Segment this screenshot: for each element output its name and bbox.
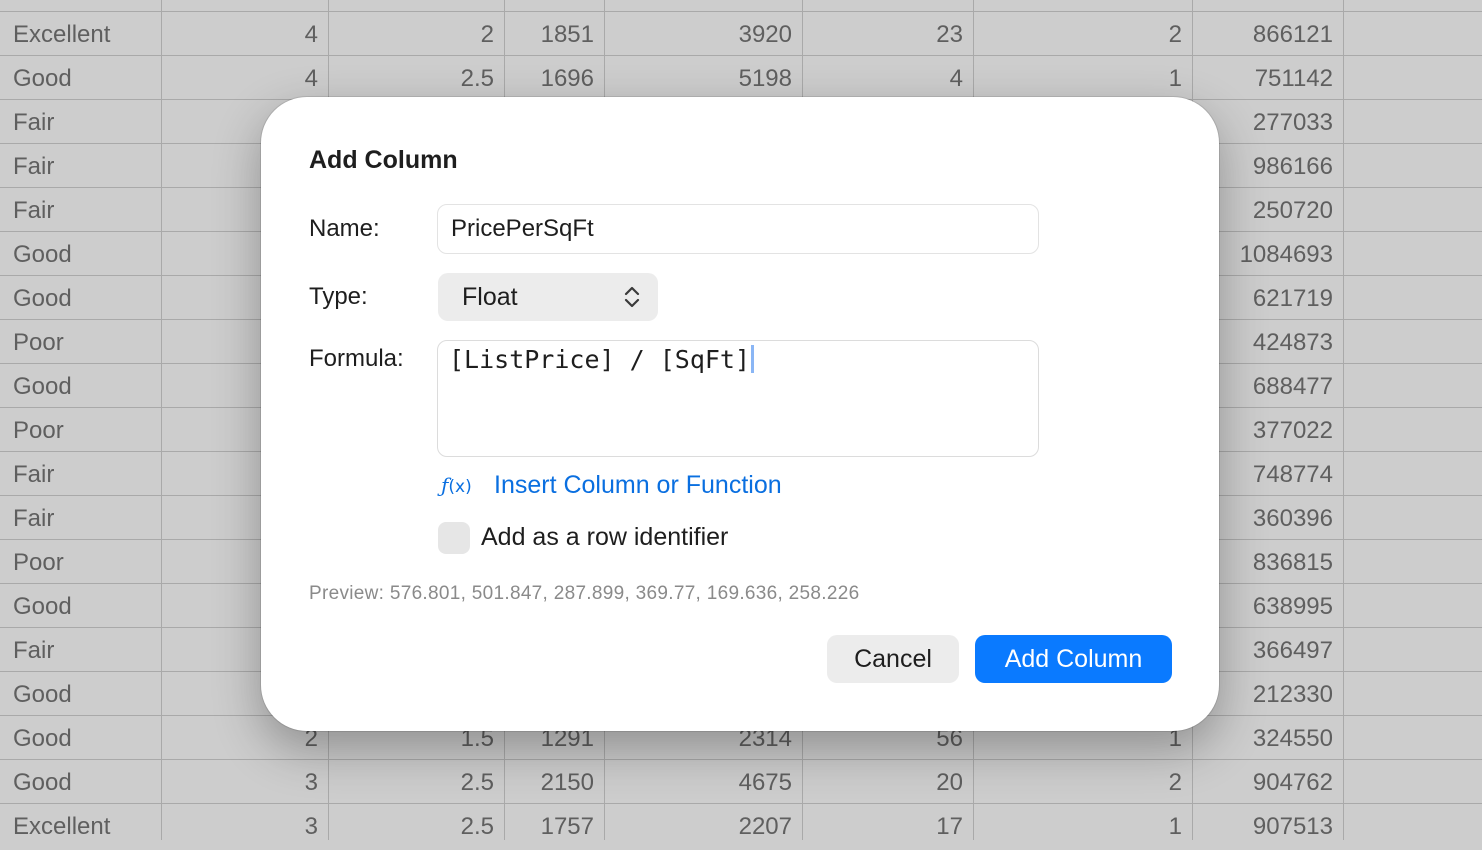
table-cell[interactable]: 5198: [604, 56, 802, 100]
table-row: Good 4 2.5 1696 5198 4 1 751142: [0, 55, 1482, 99]
row-identifier-checkbox[interactable]: [438, 522, 470, 554]
table-cell[interactable]: 3920: [604, 12, 802, 56]
table-cell[interactable]: 17: [802, 804, 973, 848]
function-icon[interactable]: ƒ(x): [441, 473, 472, 497]
table-cell[interactable]: 2: [973, 12, 1192, 56]
table-cell[interactable]: Good: [0, 364, 161, 408]
chevron-up-down-icon: [624, 286, 640, 308]
table-row: Good 3 2.5 2150 4675 20 2 904762: [0, 759, 1482, 803]
table-cell[interactable]: 751142: [1192, 56, 1343, 100]
table-cell[interactable]: 1851: [504, 12, 604, 56]
table-cell[interactable]: Good: [0, 584, 161, 628]
preview-text: Preview: 576.801, 501.847, 287.899, 369.…: [309, 583, 860, 604]
table-row: Excellent 4 2 1851 3920 23 2 866121: [0, 11, 1482, 55]
table-cell[interactable]: Good: [0, 232, 161, 276]
type-select-value: Float: [462, 283, 518, 311]
table-cell[interactable]: 3: [161, 804, 328, 848]
table-cell[interactable]: 4: [802, 56, 973, 100]
table-cell[interactable]: 23: [802, 12, 973, 56]
name-input[interactable]: PricePerSqFt: [437, 204, 1039, 254]
table-cell[interactable]: Excellent: [0, 12, 161, 56]
table-cell[interactable]: 1: [973, 804, 1192, 848]
cancel-button[interactable]: Cancel: [827, 635, 959, 683]
table-cell[interactable]: Fair: [0, 496, 161, 540]
table-cell[interactable]: 3: [161, 760, 328, 804]
table-cell[interactable]: 4: [161, 56, 328, 100]
table-cell[interactable]: Fair: [0, 100, 161, 144]
table-cell[interactable]: 1: [973, 56, 1192, 100]
table-cell[interactable]: Fair: [0, 144, 161, 188]
column-divider: [1343, 0, 1344, 840]
table-cell[interactable]: Good: [0, 716, 161, 760]
table-cell[interactable]: 904762: [1192, 760, 1343, 804]
dialog-title: Add Column: [309, 146, 458, 174]
table-cell[interactable]: 2150: [504, 760, 604, 804]
table-cell[interactable]: Good: [0, 276, 161, 320]
table-cell[interactable]: 2.5: [328, 56, 504, 100]
table-cell[interactable]: Poor: [0, 408, 161, 452]
table-cell[interactable]: Fair: [0, 628, 161, 672]
type-select[interactable]: Float: [438, 273, 658, 321]
table-cell[interactable]: 324550: [1192, 716, 1343, 760]
table-cell[interactable]: Fair: [0, 452, 161, 496]
table-cell[interactable]: 2: [973, 760, 1192, 804]
table-cell[interactable]: Good: [0, 672, 161, 716]
text-caret: [751, 345, 755, 373]
insert-column-or-function-link[interactable]: Insert Column or Function: [494, 471, 782, 500]
row-identifier-label[interactable]: Add as a row identifier: [481, 523, 728, 552]
formula-text: [ListPrice] / [SqFt]: [449, 345, 751, 374]
table-cell[interactable]: 20: [802, 760, 973, 804]
table-row: Excellent 3 2.5 1757 2207 17 1 907513: [0, 803, 1482, 847]
type-label: Type:: [309, 283, 368, 310]
add-column-dialog: Add Column Name: PricePerSqFt Type: Floa…: [261, 97, 1219, 731]
table-cell[interactable]: 2.5: [328, 760, 504, 804]
table-cell[interactable]: 4675: [604, 760, 802, 804]
table-cell[interactable]: Poor: [0, 540, 161, 584]
table-cell[interactable]: Poor: [0, 320, 161, 364]
table-cell[interactable]: 866121: [1192, 12, 1343, 56]
formula-label: Formula:: [309, 345, 404, 372]
name-label: Name:: [309, 215, 380, 242]
table-cell[interactable]: 2207: [604, 804, 802, 848]
table-cell[interactable]: 4: [161, 12, 328, 56]
table-cell[interactable]: 1757: [504, 804, 604, 848]
table-cell[interactable]: 907513: [1192, 804, 1343, 848]
table-cell[interactable]: 2: [328, 12, 504, 56]
table-cell[interactable]: Fair: [0, 188, 161, 232]
table-cell[interactable]: Excellent: [0, 804, 161, 848]
table-cell[interactable]: Good: [0, 56, 161, 100]
table-cell[interactable]: Good: [0, 760, 161, 804]
formula-textarea[interactable]: [ListPrice] / [SqFt]: [437, 340, 1039, 457]
function-icon-paren: (x): [448, 477, 472, 497]
table-cell[interactable]: 2.5: [328, 804, 504, 848]
table-cell[interactable]: 1696: [504, 56, 604, 100]
column-divider: [161, 0, 162, 840]
add-column-button[interactable]: Add Column: [975, 635, 1172, 683]
